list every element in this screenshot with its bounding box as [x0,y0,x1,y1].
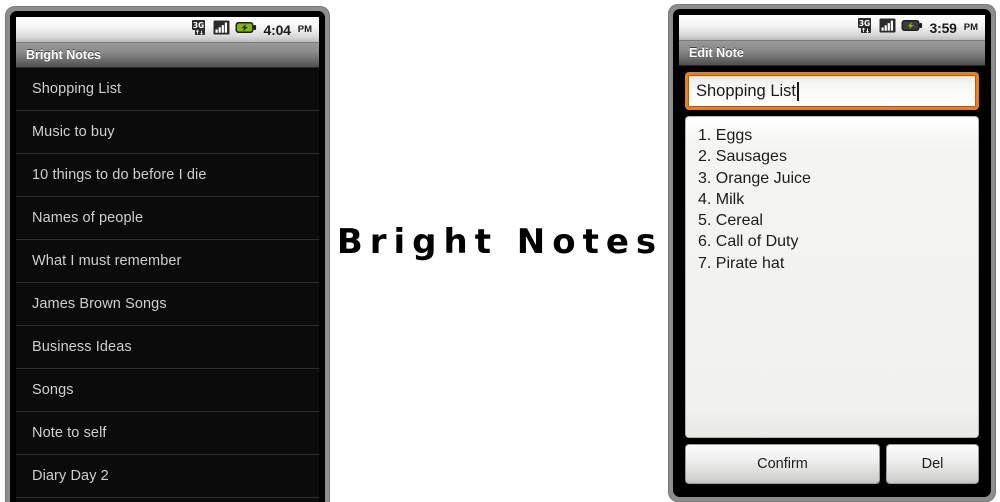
note-body-line: 1. Eggs [698,127,753,144]
edit-note-screen: 3G 3:59 PM Edit Note Shopping List 1. Eg… [679,15,985,491]
phone-bezel-right: 3G 3:59 PM Edit Note Shopping List 1. Eg… [673,9,991,497]
text-cursor [797,81,799,101]
status-bar-time: 3:59 [929,19,957,36]
list-item[interactable]: Note to self [16,412,319,455]
notes-list[interactable]: Shopping List Music to buy 10 things to do… [16,68,319,502]
note-body-line: 5. Cereal [698,212,763,230]
app-title-bar-left: Bright Notes [16,43,319,68]
list-item-label: Business Ideas [32,339,132,355]
list-item-label: James Brown Songs [32,296,167,312]
list-item-label: Diary Day 2 [32,468,109,484]
list-item-label: Note to self [32,425,107,441]
note-body-line: 4. Milk [698,190,745,208]
signal-bars-icon [213,19,230,41]
list-item[interactable]: 10 things to do before I die [16,154,319,197]
list-item[interactable]: James Brown Songs [16,283,319,326]
list-item[interactable]: Diary Day 2 [16,455,319,498]
battery-charging-icon [235,20,257,40]
note-body-line: 2. Sausages [698,148,787,166]
list-item-label: Music to buy [32,124,115,140]
list-item-label: 10 things to do before I die [32,167,207,183]
status-bar-ampm: PM [963,22,978,33]
svg-text:3G: 3G [192,21,203,30]
list-item[interactable]: Songs [16,369,319,412]
network-3g-icon: 3G [857,17,874,39]
note-body-line: 6. Call of Duty [698,233,799,251]
note-title-input[interactable]: Shopping List [685,72,979,110]
confirm-button[interactable]: Confirm [685,444,880,484]
status-bar-right: 3G 3:59 PM [679,15,985,41]
network-3g-icon: 3G [191,19,208,41]
page-title: Bright Notes [26,48,101,62]
signal-bars-icon [879,17,896,39]
screenshot-canvas: 3G 4:04 PM Bright Notes Shopping List Mu… [0,0,1000,502]
list-item-label: Shopping List [32,81,122,97]
status-bar-time: 4:04 [263,21,291,38]
list-item[interactable]: Shopping List [16,68,319,111]
list-item-label: Songs [32,382,74,398]
list-item[interactable]: Business Ideas [16,326,319,369]
note-body-line: 7. Pirate hat [698,254,785,272]
note-body-line: 3. Orange Juice [698,169,811,187]
svg-text:3G: 3G [858,19,869,28]
delete-button[interactable]: Del [886,444,979,484]
phone-device-right: 3G 3:59 PM Edit Note Shopping List 1. Eg… [668,4,996,502]
status-bar-ampm: PM [297,24,312,35]
page-title: Edit Note [689,46,744,60]
battery-charging-icon [901,18,923,38]
edit-note-form: Shopping List 1. Eggs 2. Sausages 3. Orang… [679,66,985,491]
list-item[interactable]: Music to buy [16,111,319,154]
note-title-value: Shopping List [696,81,796,100]
action-button-bar: Confirm Del [685,444,979,484]
status-bar-left: 3G 4:04 PM [16,17,319,43]
note-body-textarea[interactable]: 1. Eggs 2. Sausages 3. Orange Juice 4. Milk… [685,116,979,438]
app-title-bar-right: Edit Note [679,41,985,66]
